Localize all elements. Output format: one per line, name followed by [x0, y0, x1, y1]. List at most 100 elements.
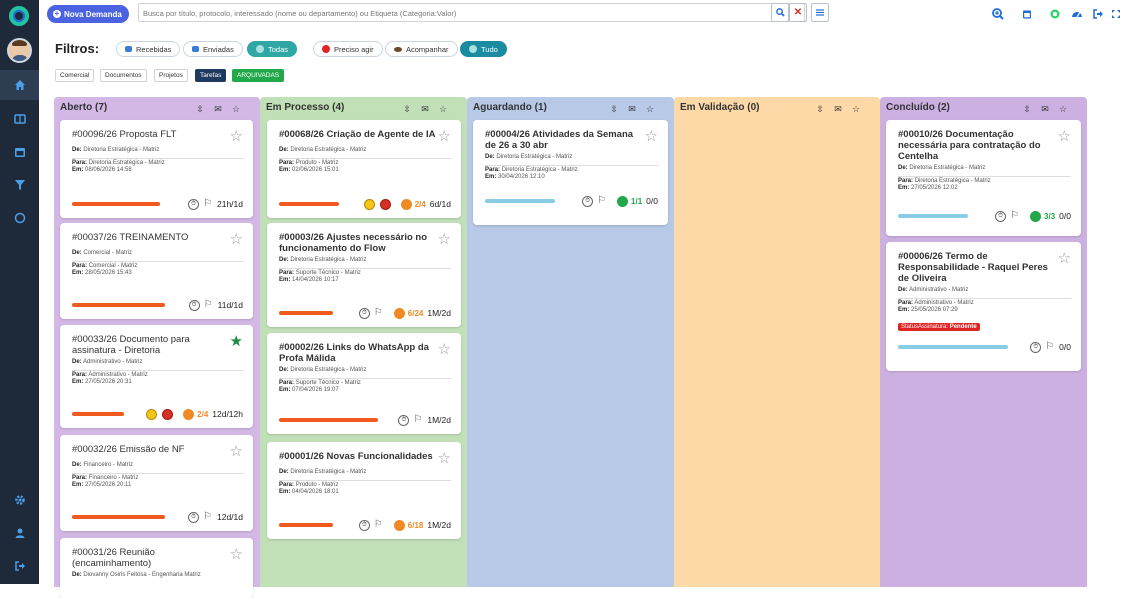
tag-tarefas[interactable]: Tarefas — [195, 69, 227, 82]
card-title: #00004/26 Atividades da Semana de 26 a 3… — [485, 129, 634, 151]
star-icon[interactable]: ☆ — [438, 232, 451, 247]
task-card[interactable]: #00002/26 Links do WhatsApp da Profa Mál… — [267, 333, 461, 434]
chip-enviadas[interactable]: Enviadas — [183, 41, 243, 57]
tag-projetos[interactable]: Projetos — [154, 69, 188, 82]
sort-icon[interactable]: ⇳ — [195, 104, 205, 114]
sort-icon[interactable]: ⇳ — [815, 104, 825, 114]
search-button[interactable] — [771, 3, 789, 22]
flag-icon[interactable]: ⚐ — [204, 300, 214, 310]
timer-icon[interactable]: ⏱ — [398, 414, 410, 426]
whatsapp-nav[interactable] — [0, 203, 39, 233]
star-icon[interactable]: ☆ — [230, 444, 243, 459]
star-icon[interactable]: ☆ — [645, 129, 658, 144]
whatsapp-button[interactable] — [1049, 8, 1061, 20]
sort-icon[interactable]: ⇳ — [1022, 104, 1032, 114]
chip-tudo[interactable]: Tudo — [460, 41, 507, 57]
clock-icon[interactable] — [146, 408, 158, 420]
star-icon[interactable]: ☆ — [231, 104, 241, 114]
task-card[interactable]: #00096/26 Proposta FLT ☆ De: Diretoria E… — [60, 120, 253, 218]
flag-icon[interactable]: ⚐ — [1045, 342, 1055, 352]
mail-icon[interactable]: ✉ — [1040, 104, 1050, 114]
checklist-icon[interactable] — [617, 195, 629, 207]
star-icon[interactable]: ☆ — [438, 104, 448, 114]
sort-icon[interactable]: ⇳ — [609, 104, 619, 114]
star-filled-icon[interactable]: ★ — [230, 334, 243, 349]
star-icon[interactable]: ☆ — [230, 547, 243, 562]
star-icon[interactable]: ☆ — [1058, 129, 1071, 144]
mail-icon[interactable]: ✉ — [833, 104, 843, 114]
task-card[interactable]: #00037/26 TREINAMENTO ☆ De: Comercial - … — [60, 223, 253, 319]
checklist-icon[interactable] — [393, 307, 405, 319]
sort-icon[interactable]: ⇳ — [402, 104, 412, 114]
settings-nav[interactable] — [0, 485, 39, 515]
star-icon[interactable]: ☆ — [438, 129, 451, 144]
star-icon[interactable]: ☆ — [851, 104, 861, 114]
tag-documentos[interactable]: Documentos — [100, 69, 147, 82]
timer-icon[interactable]: ⏱ — [995, 210, 1007, 222]
logout-nav[interactable] — [0, 551, 39, 581]
timer-icon[interactable]: ⏱ — [358, 307, 370, 319]
clock-icon[interactable] — [363, 198, 375, 210]
timer-icon[interactable]: ⏱ — [188, 511, 199, 523]
flag-icon[interactable]: ⚐ — [203, 512, 213, 522]
star-icon[interactable]: ☆ — [1058, 104, 1068, 114]
flag-icon[interactable]: ⚐ — [203, 199, 213, 209]
star-icon[interactable]: ☆ — [438, 451, 451, 466]
timer-icon[interactable]: ⏱ — [358, 519, 370, 531]
task-card[interactable]: #00068/26 Criação de Agente de IA ☆ De: … — [267, 120, 461, 218]
profile-nav[interactable] — [0, 518, 39, 548]
fullscreen-button[interactable] — [1110, 8, 1122, 20]
star-icon[interactable]: ☆ — [230, 129, 243, 144]
star-icon[interactable]: ☆ — [645, 104, 655, 114]
user-avatar[interactable] — [7, 38, 32, 63]
exit-button[interactable] — [1092, 8, 1104, 20]
task-card[interactable]: #00004/26 Atividades da Semana de 26 a 3… — [473, 120, 668, 225]
task-card[interactable]: #00032/26 Emissão de NF ☆ De: Financeiro… — [60, 435, 253, 531]
mail-icon[interactable]: ✉ — [627, 104, 637, 114]
calendar-nav[interactable] — [0, 137, 39, 167]
clear-search-button[interactable]: ✕ — [789, 3, 807, 22]
search-input[interactable]: Busca por título, protocolo, interessado… — [138, 3, 805, 22]
flag-icon[interactable]: ⚐ — [597, 196, 607, 206]
new-demand-button[interactable]: + Nova Demanda — [47, 5, 129, 23]
star-icon[interactable]: ☆ — [230, 232, 243, 247]
alert-icon[interactable] — [379, 198, 391, 210]
task-card[interactable]: #00001/26 Novas Funcionalidades ☆ De: Di… — [267, 442, 461, 539]
calendar-button[interactable] — [1021, 8, 1033, 20]
mail-icon[interactable]: ✉ — [213, 104, 223, 114]
star-icon[interactable]: ☆ — [1058, 251, 1071, 266]
timer-icon[interactable]: ⏱ — [1030, 341, 1042, 353]
advanced-filter-button[interactable] — [811, 3, 829, 22]
checklist-icon[interactable] — [1030, 210, 1042, 222]
task-card[interactable]: #00006/26 Termo de Responsabilidade - Ra… — [886, 242, 1081, 371]
timer-icon[interactable]: ⏱ — [582, 195, 594, 207]
filter-nav[interactable] — [0, 170, 39, 200]
chip-recebidas[interactable]: Recebidas — [116, 41, 181, 57]
star-icon[interactable]: ☆ — [438, 342, 451, 357]
task-card[interactable]: #00031/26 Reunião (encaminhamento) ☆ De:… — [60, 538, 253, 598]
dashboard-button[interactable] — [1071, 8, 1083, 20]
flag-icon[interactable]: ⚐ — [374, 520, 384, 530]
checklist-icon[interactable] — [183, 408, 195, 420]
alert-icon[interactable] — [162, 408, 174, 420]
card-from: De: Diretoria Estratégica - Matriz — [72, 147, 243, 155]
checklist-icon[interactable] — [393, 519, 405, 531]
board-nav[interactable] — [0, 104, 39, 134]
mail-icon[interactable]: ✉ — [420, 104, 430, 114]
task-card[interactable]: #00010/26 Documentação necessária para c… — [886, 120, 1081, 236]
timer-icon[interactable]: ⏱ — [188, 299, 200, 311]
flag-icon[interactable]: ⚐ — [413, 415, 423, 425]
task-card[interactable]: #00033/26 Documento para assinatura - Di… — [60, 325, 253, 428]
timer-icon[interactable]: ⏱ — [188, 198, 199, 210]
tag-arquivadas[interactable]: ARQUIVADAS — [232, 69, 285, 82]
chip-acompanhar[interactable]: Acompanhar — [385, 41, 458, 57]
flag-icon[interactable]: ⚐ — [1010, 211, 1020, 221]
home-nav[interactable] — [0, 70, 39, 100]
chip-preciso-agir[interactable]: Preciso agir — [313, 41, 383, 57]
flag-icon[interactable]: ⚐ — [374, 308, 384, 318]
zoom-button[interactable] — [992, 8, 1004, 20]
tag-comercial[interactable]: Comercial — [55, 69, 95, 82]
chip-todas[interactable]: Todas — [247, 41, 298, 57]
checklist-icon[interactable] — [400, 198, 412, 210]
task-card[interactable]: #00003/26 Ajustes necessário no funciona… — [267, 223, 461, 327]
